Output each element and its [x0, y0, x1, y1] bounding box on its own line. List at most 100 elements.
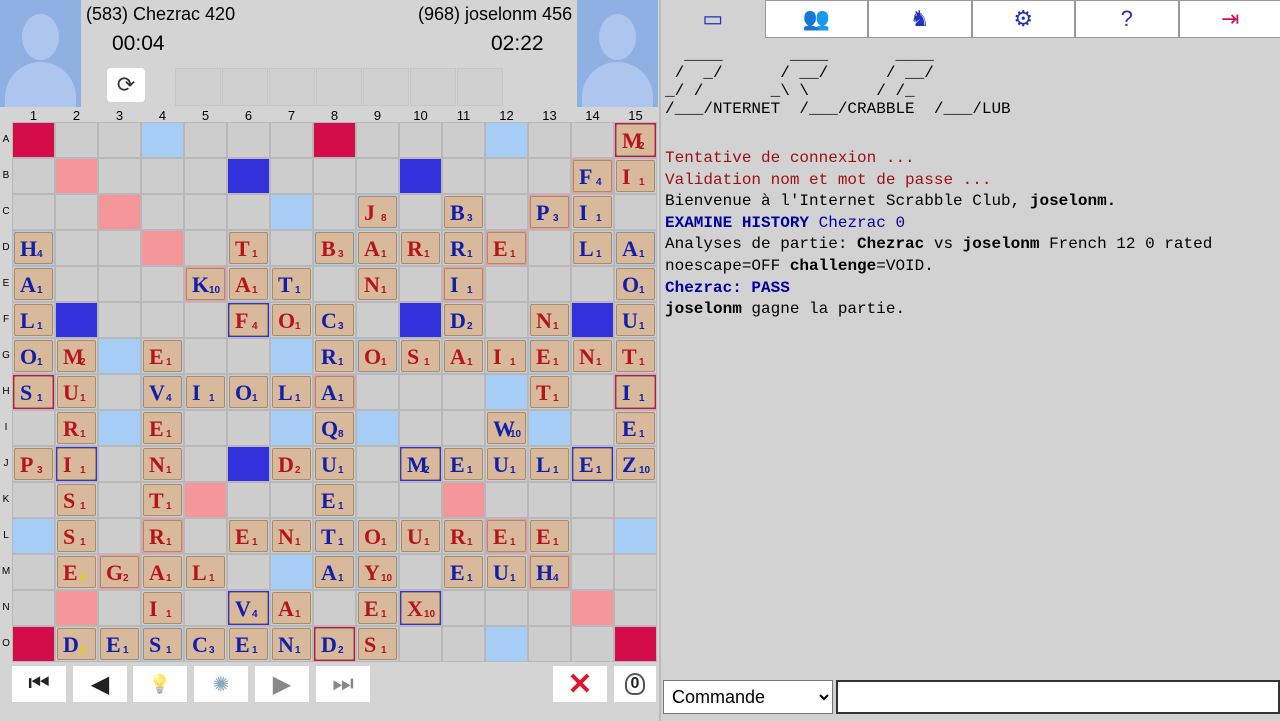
hint-button[interactable]: 💡	[133, 666, 187, 702]
board-cell[interactable]: D2	[442, 302, 485, 338]
command-select[interactable]: Commande	[663, 680, 833, 714]
board-cell[interactable]: R1	[442, 518, 485, 554]
board-cell[interactable]	[571, 590, 614, 626]
board-cell[interactable]	[270, 194, 313, 230]
board-cell[interactable]	[184, 518, 227, 554]
board-cell[interactable]: C3	[313, 302, 356, 338]
board-cell[interactable]	[55, 266, 98, 302]
board-cell[interactable]: E1	[614, 410, 657, 446]
board-cell[interactable]	[98, 122, 141, 158]
board-cell[interactable]: I1	[184, 374, 227, 410]
tab-settings[interactable]: ⚙	[971, 0, 1075, 38]
board-cell[interactable]	[313, 122, 356, 158]
board-cell[interactable]	[55, 590, 98, 626]
board-cell[interactable]: R1	[313, 338, 356, 374]
board-cell[interactable]	[614, 554, 657, 590]
board-cell[interactable]	[356, 482, 399, 518]
tab-users[interactable]: 👥	[764, 0, 868, 38]
board-cell[interactable]: U1	[485, 446, 528, 482]
board-cell[interactable]: Q8	[313, 410, 356, 446]
board-cell[interactable]	[270, 338, 313, 374]
board-cell[interactable]	[141, 302, 184, 338]
board-cell[interactable]: L1	[184, 554, 227, 590]
board-cell[interactable]	[227, 122, 270, 158]
board-cell[interactable]	[12, 554, 55, 590]
board-cell[interactable]: I1	[55, 446, 98, 482]
board-cell[interactable]	[184, 230, 227, 266]
board-cell[interactable]	[571, 518, 614, 554]
board-cell[interactable]	[12, 122, 55, 158]
board-cell[interactable]	[270, 554, 313, 590]
board-cell[interactable]	[571, 410, 614, 446]
board-cell[interactable]	[614, 626, 657, 662]
board-cell[interactable]	[485, 266, 528, 302]
board-cell[interactable]	[399, 266, 442, 302]
board-cell[interactable]	[313, 194, 356, 230]
board-cell[interactable]	[356, 446, 399, 482]
board-cell[interactable]: O1	[356, 338, 399, 374]
board-cell[interactable]: E1	[313, 482, 356, 518]
board-cell[interactable]: R1	[141, 518, 184, 554]
board-cell[interactable]: J8	[356, 194, 399, 230]
board-cell[interactable]	[98, 482, 141, 518]
board-cell[interactable]: A1	[614, 230, 657, 266]
board-cell[interactable]: W 10	[485, 410, 528, 446]
tile-rack[interactable]	[175, 68, 505, 106]
board-cell[interactable]: E1	[528, 338, 571, 374]
command-input[interactable]	[836, 680, 1280, 714]
board-cell[interactable]	[571, 626, 614, 662]
board-cell[interactable]: L1	[270, 374, 313, 410]
board-cell[interactable]	[55, 194, 98, 230]
rack-slot[interactable]	[363, 68, 409, 106]
board-cell[interactable]	[528, 230, 571, 266]
board-cell[interactable]	[485, 158, 528, 194]
board-cell[interactable]: I1	[141, 590, 184, 626]
board-cell[interactable]	[270, 410, 313, 446]
scrabble-board[interactable]: M 2 F 4 I 1 J 8 B 3 P 3 I 1 H 4 T 1 B 3 A 1 R 1 R 1 E 1 L 1 A 1 A 1 K 10 A 1 T…	[12, 122, 657, 662]
board-cell[interactable]	[614, 194, 657, 230]
board-cell[interactable]: N1	[141, 446, 184, 482]
board-cell[interactable]: I1	[614, 158, 657, 194]
board-cell[interactable]: A1	[227, 266, 270, 302]
board-cell[interactable]: E1	[141, 338, 184, 374]
board-cell[interactable]	[313, 590, 356, 626]
rack-slot[interactable]	[269, 68, 315, 106]
board-cell[interactable]: T1	[614, 338, 657, 374]
board-cell[interactable]	[528, 266, 571, 302]
board-cell[interactable]	[442, 374, 485, 410]
board-cell[interactable]	[442, 482, 485, 518]
board-cell[interactable]	[356, 158, 399, 194]
board-cell[interactable]: C3	[184, 626, 227, 662]
board-cell[interactable]: N1	[356, 266, 399, 302]
board-cell[interactable]	[227, 482, 270, 518]
board-cell[interactable]: Y 10	[356, 554, 399, 590]
board-cell[interactable]	[485, 482, 528, 518]
board-cell[interactable]	[399, 302, 442, 338]
board-cell[interactable]: H4	[528, 554, 571, 590]
board-cell[interactable]	[227, 410, 270, 446]
board-cell[interactable]	[399, 158, 442, 194]
board-cell[interactable]	[485, 374, 528, 410]
board-cell[interactable]	[399, 122, 442, 158]
board-cell[interactable]	[571, 302, 614, 338]
board-cell[interactable]: S1	[399, 338, 442, 374]
board-cell[interactable]	[184, 590, 227, 626]
board-cell[interactable]	[485, 590, 528, 626]
board-cell[interactable]	[141, 230, 184, 266]
board-cell[interactable]	[98, 158, 141, 194]
board-cell[interactable]: S1	[55, 482, 98, 518]
board-cell[interactable]	[485, 302, 528, 338]
board-cell[interactable]: H4	[12, 230, 55, 266]
next-move-button[interactable]: ▶	[255, 666, 309, 702]
board-cell[interactable]	[571, 482, 614, 518]
board-cell[interactable]: O1	[12, 338, 55, 374]
board-cell[interactable]	[55, 122, 98, 158]
board-cell[interactable]: U1	[55, 374, 98, 410]
board-cell[interactable]	[98, 590, 141, 626]
board-cell[interactable]	[528, 590, 571, 626]
board-cell[interactable]: F4	[571, 158, 614, 194]
board-cell[interactable]	[141, 158, 184, 194]
board-cell[interactable]	[12, 626, 55, 662]
board-cell[interactable]	[571, 554, 614, 590]
board-cell[interactable]: E1	[571, 446, 614, 482]
